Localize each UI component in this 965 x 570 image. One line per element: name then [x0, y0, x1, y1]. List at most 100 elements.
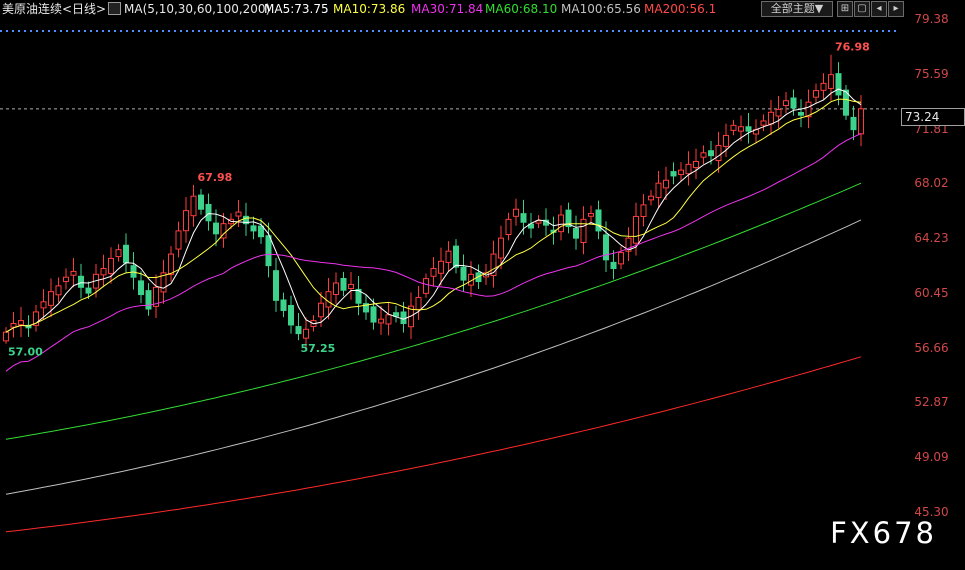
candle-up — [190, 195, 197, 217]
candle-down — [280, 299, 287, 311]
candle-down — [745, 126, 752, 132]
candle-up — [663, 179, 669, 189]
candle-up — [10, 322, 17, 328]
candle-down — [850, 116, 857, 131]
candle-up — [700, 152, 707, 158]
candle-up — [318, 302, 324, 318]
high-annotation-7698: 76.98 — [835, 41, 870, 54]
candle-down — [198, 194, 204, 210]
price-tick-label: 60.45 — [914, 285, 949, 300]
candle-down — [138, 280, 144, 296]
price-tick-label: 64.23 — [914, 231, 949, 246]
candle-down — [130, 265, 137, 278]
candle-up — [445, 250, 452, 263]
candle-down — [573, 228, 579, 239]
candle-up — [115, 249, 122, 258]
candle-up — [580, 218, 587, 244]
candle-down — [340, 277, 347, 291]
candle-up — [723, 134, 729, 147]
candle-up — [693, 160, 699, 169]
candle-up — [828, 74, 834, 89]
candle-up — [108, 257, 114, 274]
candle-up — [175, 230, 182, 250]
candle-up — [415, 296, 422, 311]
candle-up — [48, 291, 54, 306]
candle-up — [303, 328, 309, 339]
candle-down — [610, 261, 617, 270]
high-annotation-67: 67.98 — [198, 171, 233, 184]
candle-down — [288, 305, 294, 326]
candle-up — [55, 285, 62, 296]
candle-down — [453, 245, 459, 268]
current-price-tag: 73.24 — [901, 108, 965, 126]
candle-down — [295, 326, 302, 335]
candle-down — [603, 234, 609, 261]
candle-down — [400, 311, 407, 324]
candle-up — [505, 218, 512, 236]
fx678-watermark: FX678 — [830, 516, 937, 550]
candle-up — [430, 268, 437, 277]
candle-up — [648, 195, 654, 201]
low-annotation-5725: 57.25 — [301, 342, 336, 355]
low-annotation-57: 57.00 — [8, 346, 43, 359]
candle-up — [820, 82, 827, 91]
candle-down — [250, 225, 257, 232]
candle-down — [123, 244, 129, 264]
candle-down — [835, 73, 842, 96]
candle-down — [670, 171, 677, 177]
ma30-line — [5, 133, 862, 372]
price-axis: 79.38 75.59 71.81 68.02 64.23 60.45 56.66 52.87… — [898, 0, 965, 570]
candle-up — [768, 111, 774, 125]
candle-up — [813, 90, 819, 98]
candle-down — [258, 225, 264, 238]
candle-up — [760, 120, 767, 126]
price-tick-label: 68.02 — [914, 176, 949, 191]
candle-up — [513, 208, 519, 217]
candle-up — [685, 163, 692, 175]
candle-up — [588, 213, 594, 217]
price-tick-label: 49.09 — [914, 450, 949, 465]
candle-up — [640, 204, 647, 218]
candle-up — [168, 253, 174, 275]
candle-up — [3, 331, 9, 342]
candle-up — [100, 268, 107, 276]
candlestick-chart[interactable]: 67.98 57.00 57.25 76.98 — [0, 0, 965, 570]
candle-up — [63, 276, 69, 283]
candle-up — [715, 145, 722, 162]
candle-up — [618, 252, 624, 265]
candle-up — [858, 108, 864, 135]
candle-up — [235, 211, 242, 217]
candle-down — [520, 213, 527, 223]
candle-down — [145, 290, 152, 310]
candle-up — [18, 320, 24, 326]
candle-up — [783, 100, 789, 107]
candle-up — [775, 108, 782, 117]
candle-down — [798, 112, 804, 116]
candle-up — [70, 270, 77, 276]
price-tick-label: 56.66 — [914, 340, 949, 355]
candle-up — [655, 182, 662, 198]
candle-down — [460, 266, 467, 281]
candle-up — [498, 237, 504, 259]
candle-down — [85, 287, 92, 294]
candle-up — [40, 301, 47, 309]
candle-down — [790, 97, 797, 109]
candle-up — [385, 314, 392, 325]
candle-up — [333, 282, 339, 296]
price-tick-label: 75.59 — [914, 66, 949, 81]
price-tick-label: 52.87 — [914, 395, 949, 410]
candle-up — [183, 210, 189, 232]
candle-down — [78, 275, 84, 288]
candle-up — [325, 291, 332, 308]
ma60-line — [5, 182, 862, 440]
candle-up — [730, 124, 737, 131]
candle-down — [708, 150, 714, 157]
candle-up — [378, 318, 384, 324]
candle-down — [213, 222, 219, 235]
candle-down — [273, 270, 279, 301]
candle-up — [738, 126, 744, 132]
candle-up — [348, 283, 354, 290]
candle-down — [265, 235, 272, 267]
ma10-line — [5, 98, 862, 333]
candle-up — [438, 260, 444, 274]
